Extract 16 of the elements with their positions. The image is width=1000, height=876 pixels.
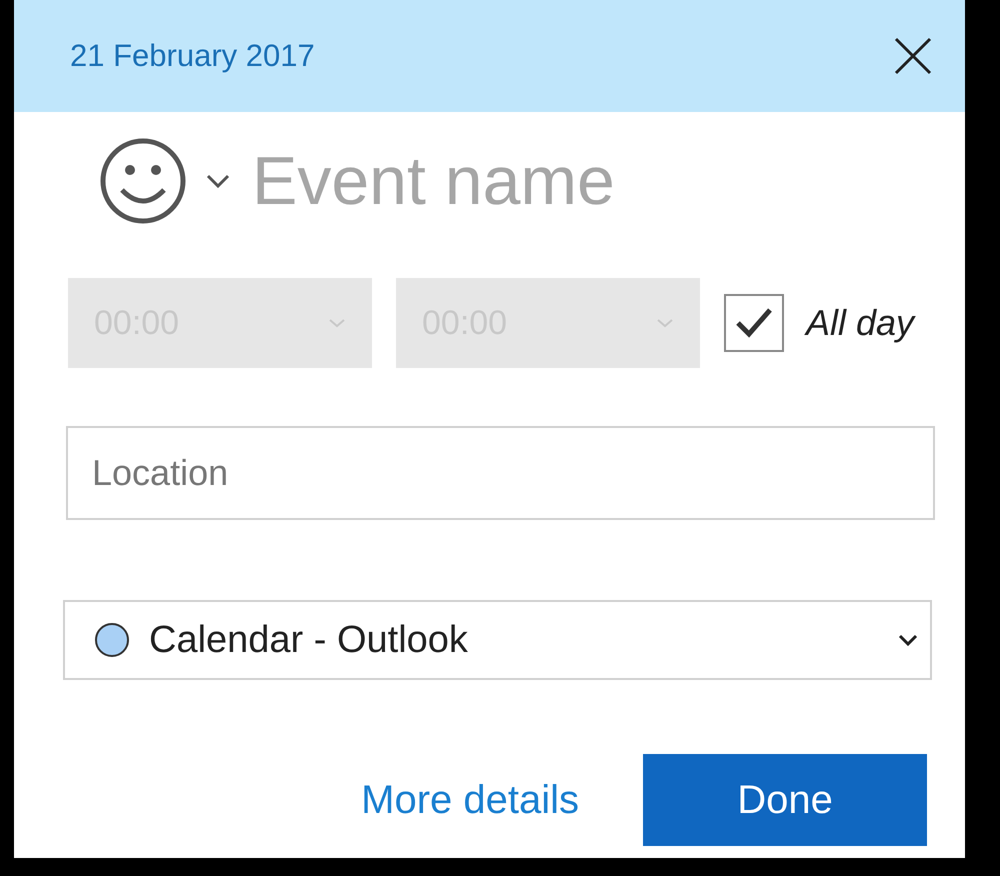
calendar-dropdown[interactable]: Calendar - Outlook (63, 600, 932, 680)
event-name-field[interactable]: Event name (252, 142, 812, 220)
chevron-down-icon (898, 634, 918, 646)
more-details-link[interactable]: More details (361, 770, 579, 830)
smiley-icon (98, 138, 188, 224)
close-icon (894, 37, 932, 75)
checkmark-icon (735, 307, 773, 339)
location-field[interactable]: Location (66, 426, 935, 520)
done-button[interactable]: Done (643, 754, 927, 846)
caret-icon (206, 174, 230, 188)
chevron-down-icon (656, 318, 674, 328)
date-title: 21 February 2017 (70, 36, 315, 75)
chevron-down-icon (328, 318, 346, 328)
checkbox[interactable] (724, 294, 784, 352)
emoji-picker[interactable] (98, 138, 230, 224)
all-day-checkbox[interactable]: All day (724, 294, 914, 352)
